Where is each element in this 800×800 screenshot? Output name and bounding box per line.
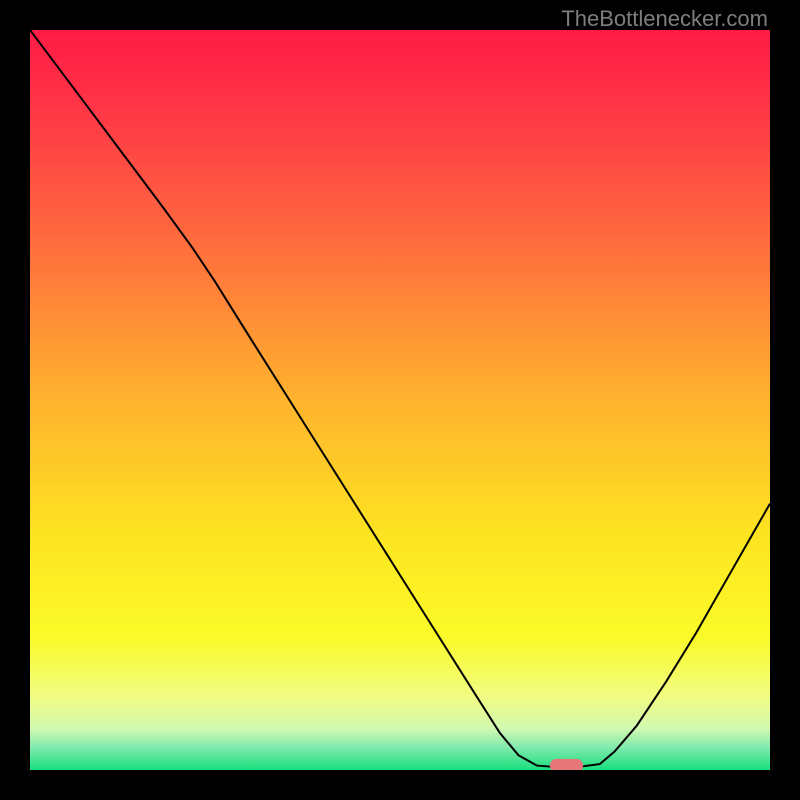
chart-area (30, 30, 770, 770)
watermark-text: TheBottlenecker.com (561, 6, 768, 32)
bottleneck-chart (30, 30, 770, 770)
gradient-background (30, 30, 770, 770)
optimal-marker (550, 759, 583, 770)
